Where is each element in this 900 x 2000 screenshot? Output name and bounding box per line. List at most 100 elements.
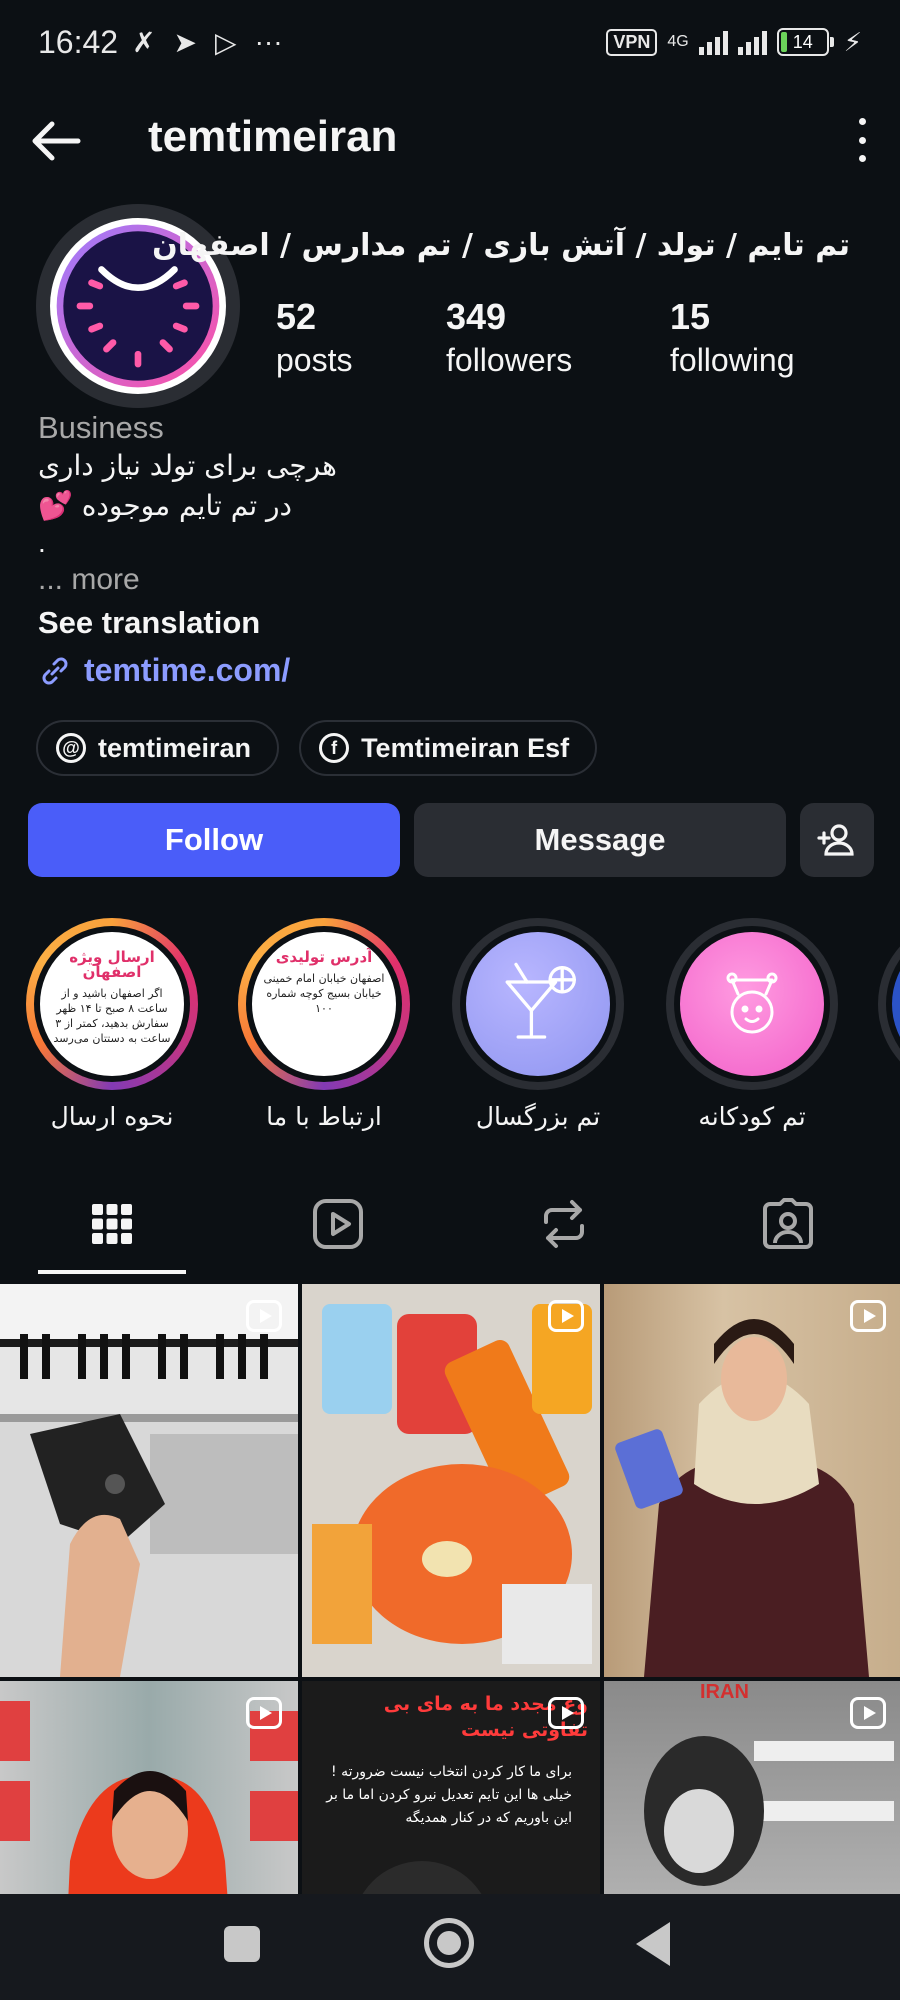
reels-icon [313, 1199, 363, 1249]
bio-line: . [38, 527, 46, 558]
post-thumbnail [312, 1304, 592, 1664]
highlight-label: تم بزرگسال [475, 1102, 601, 1131]
facebook-icon: f [319, 733, 350, 763]
highlight-label: ارتباط با ما [266, 1102, 382, 1131]
highlight-cover-text: اصفهان خیابان امام خمینی خیابان بسیج کوچ… [263, 972, 385, 1015]
post-thumbnail [0, 1334, 298, 1677]
repost-icon [544, 1200, 584, 1248]
stat-posts[interactable]: 52 posts [276, 296, 352, 379]
message-button[interactable]: Message [414, 803, 786, 877]
grid-post[interactable]: وع مجدد ما به مای بی تفاوتی نیست برای ما… [302, 1681, 600, 1894]
status-system-icons: VPN 4G 14 ⚡ [606, 27, 862, 58]
threads-link[interactable]: @ temtimeiran [36, 720, 280, 776]
baby-icon [726, 972, 778, 1034]
battery-level: 14 [792, 31, 813, 52]
highlight-item[interactable]: تم بزرگسال [450, 918, 626, 1131]
stat-followers-count: 349 [446, 296, 507, 337]
header-username: temtimeiran [148, 112, 398, 161]
signal-icon [698, 29, 728, 55]
profile-category: Business [38, 410, 164, 445]
charging-icon: ⚡ [843, 26, 862, 57]
posts-grid: وع مجدد ما به مای بی تفاوتی نیست برای ما… [0, 1284, 900, 1894]
reel-icon [548, 1697, 584, 1729]
stat-posts-count: 52 [276, 296, 317, 337]
vpn-icon: VPN [606, 28, 658, 56]
grid-post[interactable]: IRAN [604, 1681, 900, 1894]
post-thumbnail [615, 1319, 869, 1677]
story-highlights: ارسال ویژه اصفهان اگر اصفهان باشید و از … [0, 918, 900, 1138]
highlight-cover-title: ارسال ویژه اصفهان [69, 948, 155, 981]
suggested-users-button[interactable] [800, 803, 874, 877]
play-icon: ▷ [215, 26, 237, 58]
profile-header: temtimeiran [0, 100, 900, 180]
system-nav-bar [0, 1894, 900, 2000]
tab-tagged[interactable] [758, 1194, 818, 1254]
add-person-icon [817, 824, 854, 856]
cocktail-icon [505, 962, 576, 1039]
tab-reels[interactable] [308, 1194, 368, 1254]
profile-bio: Business هرچی برای تولد نیاز داری در تم … [38, 410, 868, 689]
active-tab-indicator [38, 1270, 186, 1274]
grid-post[interactable] [604, 1284, 900, 1677]
website-link[interactable]: temtime.com/ [38, 652, 868, 689]
stat-followers[interactable]: 349 followers [446, 296, 572, 379]
stat-following-count: 15 [670, 296, 711, 337]
highlight-item[interactable]: ارسال ویژه اصفهان اگر اصفهان باشید و از … [24, 918, 200, 1131]
telegram-icon: ➤ [173, 26, 198, 58]
signal-icon-2 [737, 29, 767, 55]
reel-icon [850, 1300, 886, 1332]
stat-followers-label: followers [446, 342, 573, 378]
see-translation-link[interactable]: See translation [38, 600, 868, 646]
tab-reposts[interactable] [534, 1194, 594, 1254]
reel-icon [548, 1300, 584, 1332]
highlight-item-partial[interactable] [876, 918, 900, 1090]
highlight-item[interactable]: آدرس تولیدی اصفهان خیابان امام خمینی خیا… [236, 918, 412, 1131]
recents-button[interactable] [224, 1926, 260, 1962]
no-data-icon: ✗ [132, 26, 156, 58]
profile-full-name: تم تایم / تولد / آتش بازی / تم مدارس / ا… [152, 228, 850, 263]
back-arrow-icon[interactable] [28, 114, 82, 168]
highlight-cover: آدرس تولیدی اصفهان خیابان امام خمینی خیا… [252, 932, 396, 1076]
stat-following-label: following [670, 342, 795, 378]
tab-posts[interactable] [82, 1194, 142, 1254]
profile-tabs [0, 1180, 900, 1280]
threads-label: temtimeiran [98, 732, 252, 763]
stat-posts-label: posts [276, 342, 353, 378]
bio-more-link[interactable]: ... more [38, 560, 868, 600]
highlight-label: تم کودکانه [698, 1102, 806, 1131]
home-button[interactable] [424, 1918, 474, 1968]
back-button[interactable] [636, 1922, 670, 1966]
highlight-cover: ارسال ویژه اصفهان اگر اصفهان باشید و از … [40, 932, 184, 1076]
link-icon [42, 657, 68, 684]
more-notifications-icon: ··· [254, 26, 283, 57]
status-time: 16:42 [38, 23, 119, 60]
reel-icon [850, 1697, 886, 1729]
facebook-link[interactable]: f Temtimeiran Esf [299, 720, 598, 776]
facebook-label: Temtimeiran Esf [361, 732, 570, 763]
threads-icon: @ [56, 733, 86, 763]
stat-following[interactable]: 15 following [670, 296, 795, 379]
grid-icon [92, 1204, 132, 1244]
status-bar: 16:42 ✗ ➤ ▷ ··· VPN 4G 14 ⚡ [0, 0, 900, 84]
battery-icon: 14 [776, 28, 834, 56]
reel-icon [246, 1300, 282, 1332]
highlight-label: نحوه ارسال [50, 1102, 174, 1131]
network-type: 4G [667, 33, 689, 50]
profile-actions: Follow Message [28, 803, 874, 877]
highlight-item[interactable]: تم کودکانه [664, 918, 840, 1131]
post-overlay-title: IRAN [700, 1681, 749, 1703]
highlight-cover-text: اگر اصفهان باشید و از ساعت ۸ صبح تا ۱۴ ظ… [53, 987, 171, 1045]
grid-post[interactable] [0, 1681, 298, 1894]
tagged-icon [763, 1198, 813, 1249]
highlight-cover-title: آدرس تولیدی [275, 948, 373, 966]
follow-button[interactable]: Follow [28, 803, 400, 877]
reel-icon [246, 1697, 282, 1729]
website-link-text: temtime.com/ [84, 652, 291, 688]
grid-post[interactable] [302, 1284, 600, 1677]
profile-links: @ temtimeiran f Temtimeiran Esf [36, 720, 598, 776]
bio-line: هرچی برای تولد نیاز داری [38, 449, 337, 482]
grid-post[interactable] [0, 1284, 298, 1677]
bio-line: در تم تایم موجوده 💕 [38, 489, 293, 522]
more-options-icon[interactable] [854, 118, 870, 162]
status-notification-icons: ✗ ➤ ▷ ··· [132, 26, 282, 59]
